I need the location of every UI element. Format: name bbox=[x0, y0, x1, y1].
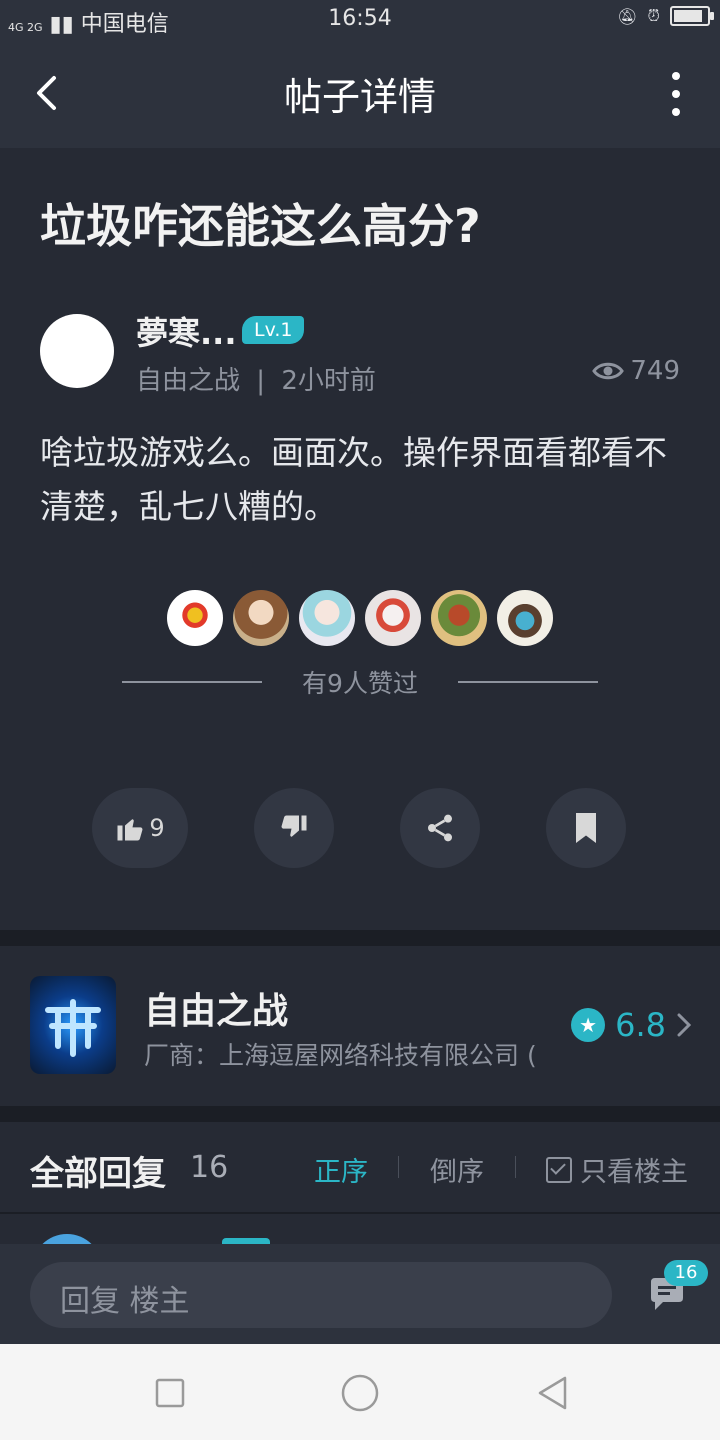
status-icons: 🔕︎ ⏰︎ bbox=[617, 6, 714, 26]
square-icon bbox=[155, 1378, 185, 1408]
dislike-button[interactable] bbox=[254, 788, 334, 868]
bookmark-button[interactable] bbox=[546, 788, 626, 868]
reply-input[interactable]: 回复 楼主 bbox=[30, 1262, 612, 1328]
game-name[interactable]: 自由之战 bbox=[144, 982, 288, 1034]
system-back-button[interactable] bbox=[528, 1368, 578, 1418]
like-button[interactable]: 9 bbox=[92, 788, 188, 868]
replies-count: 16 bbox=[190, 1150, 229, 1185]
section-divider bbox=[0, 1106, 720, 1122]
home-button[interactable] bbox=[335, 1368, 385, 1418]
clock: 16:54 bbox=[328, 6, 392, 31]
chevron-right-icon bbox=[677, 1013, 692, 1037]
thumbs-down-icon bbox=[281, 815, 307, 837]
page-title: 帖子详情 bbox=[283, 75, 436, 119]
liker-avatar[interactable] bbox=[167, 590, 223, 646]
circle-icon bbox=[341, 1374, 379, 1412]
only-op-toggle[interactable]: 只看楼主 bbox=[546, 1150, 688, 1189]
liker-avatar[interactable] bbox=[299, 590, 355, 646]
game-icon[interactable] bbox=[30, 976, 116, 1074]
more-icon-dot bbox=[672, 108, 680, 116]
sort-descending-tab[interactable]: 倒序 bbox=[430, 1150, 484, 1189]
recents-button[interactable] bbox=[145, 1368, 195, 1418]
likes-summary: 有9人赞过 bbox=[0, 664, 720, 700]
post-title: 垃圾咋还能这么高分? bbox=[40, 199, 481, 253]
battery-icon bbox=[670, 6, 714, 26]
section-divider bbox=[0, 1212, 720, 1214]
post-meta: 自由之战 | 2小时前 bbox=[136, 360, 376, 397]
alarm-icon: ⏰︎ bbox=[647, 6, 660, 25]
triangle-back-icon bbox=[538, 1376, 567, 1410]
divider bbox=[398, 1156, 399, 1178]
status-bar: 4G 2G ▮▮ 中国电信 16:54 🔕︎ ⏰︎ bbox=[0, 0, 720, 38]
liker-avatar[interactable] bbox=[365, 590, 421, 646]
view-count: 749 bbox=[592, 356, 680, 386]
thumbs-up-icon bbox=[117, 819, 143, 841]
likers-row[interactable] bbox=[0, 590, 720, 646]
post-game-tag[interactable]: 自由之战 bbox=[136, 366, 240, 396]
more-options-button[interactable] bbox=[662, 72, 690, 116]
rating-score: 6.8 bbox=[615, 1006, 666, 1044]
game-rating[interactable]: ★ 6.8 bbox=[571, 1006, 692, 1044]
sort-ascending-tab[interactable]: 正序 bbox=[314, 1150, 368, 1189]
more-icon-dot bbox=[672, 90, 680, 98]
game-logo-icon bbox=[45, 999, 101, 1057]
divider bbox=[515, 1156, 516, 1178]
level-badge: Lv.1 bbox=[242, 316, 305, 344]
star-icon: ★ bbox=[571, 1008, 606, 1042]
liker-avatar[interactable] bbox=[497, 590, 553, 646]
app-header: 帖子详情 bbox=[0, 38, 720, 148]
likes-count-text: 有9人赞过 bbox=[302, 669, 418, 698]
checkbox-icon bbox=[546, 1156, 572, 1183]
reply-placeholder: 回复 楼主 bbox=[60, 1284, 190, 1319]
comment-count-badge: 16 bbox=[664, 1260, 708, 1286]
view-count-value: 749 bbox=[630, 356, 680, 386]
share-icon bbox=[428, 814, 452, 842]
section-divider bbox=[0, 930, 720, 946]
replies-title: 全部回复 bbox=[30, 1154, 166, 1194]
game-vendor: 厂商：上海逗屋网络科技有限公司 ( bbox=[144, 1041, 537, 1070]
eye-icon bbox=[592, 362, 625, 380]
liker-avatar[interactable] bbox=[431, 590, 487, 646]
liker-avatar[interactable] bbox=[233, 590, 289, 646]
mute-icon: 🔕︎ bbox=[617, 6, 638, 26]
meta-separator: | bbox=[256, 366, 266, 396]
author-name[interactable]: 夢寒... bbox=[136, 308, 236, 354]
post-content: 啥垃圾游戏么。画面次。操作界面看都看不清楚，乱七八糟的。 bbox=[40, 433, 667, 526]
share-button[interactable] bbox=[400, 788, 480, 868]
bookmark-icon bbox=[576, 813, 596, 843]
only-op-label: 只看楼主 bbox=[580, 1157, 688, 1188]
more-icon-dot bbox=[672, 72, 680, 80]
post-time: 2小时前 bbox=[281, 366, 376, 396]
divider bbox=[458, 681, 598, 683]
like-count: 9 bbox=[149, 814, 165, 842]
author-avatar[interactable] bbox=[40, 314, 114, 388]
